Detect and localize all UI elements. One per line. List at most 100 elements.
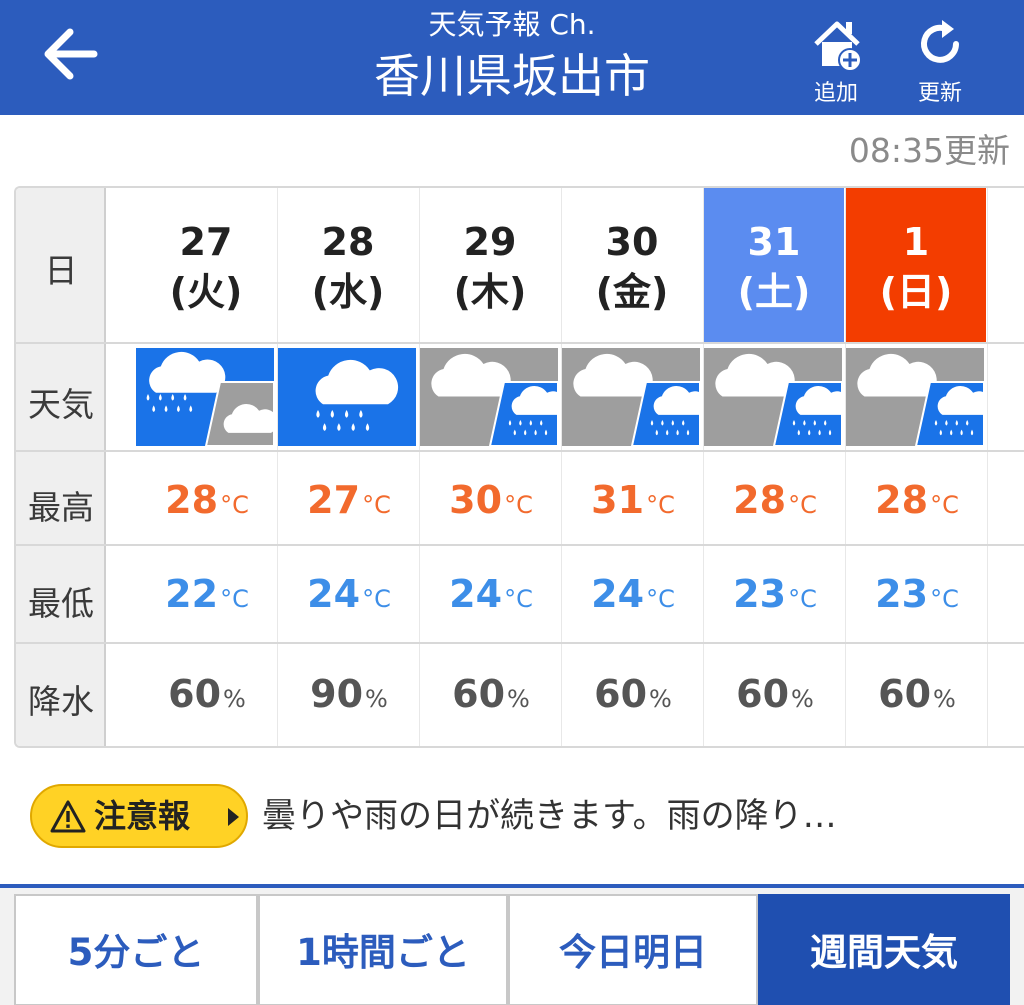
row-divider [16, 642, 1024, 644]
temp-unit: °C [504, 491, 533, 519]
day-column[interactable]: 1 (日) 28°C 23°C 60% [846, 188, 992, 746]
scroll-fade [108, 188, 134, 746]
precip-value: 60 [168, 672, 222, 716]
row-label-low: 最低 [28, 584, 94, 623]
home-add-icon [814, 21, 862, 72]
high-temp-value: 27 [307, 478, 361, 522]
day-header: 28 (水) [278, 188, 418, 342]
weather-icon [136, 348, 278, 447]
day-weekday: (火) [169, 270, 243, 314]
precip-value: 60 [736, 672, 790, 716]
row-divider [16, 544, 1024, 546]
day-weekday: (木) [453, 270, 527, 314]
day-date: 30 [605, 220, 659, 264]
precip-value: 60 [452, 672, 506, 716]
high-temp-value: 31 [591, 478, 645, 522]
precip-probability: 60% [704, 672, 846, 716]
updated-time: 08:35更新 [848, 131, 1010, 170]
tab-today-tomorrow[interactable]: 今日明日 [508, 894, 758, 1005]
percent-unit: % [933, 685, 956, 713]
precip-probability: 60% [846, 672, 988, 716]
row-divider [16, 450, 1024, 452]
day-column[interactable]: 27 (火) 28°C 22°C 60% [136, 188, 278, 746]
tab-label: 1時間ごと [296, 931, 470, 974]
warning-badge-label: 注意報 [94, 797, 191, 835]
row-label-high: 最高 [28, 488, 94, 527]
day-header: 27 (火) [136, 188, 276, 342]
day-date: 1 [902, 220, 930, 264]
bottom-tab-bar: 5分ごと 1時間ごと 今日明日 週間天気 [0, 884, 1024, 1005]
low-temp: 23°C [704, 572, 846, 616]
tab-label: 週間天気 [810, 931, 958, 974]
tab-label: 5分ごと [67, 931, 205, 974]
day-column[interactable]: 30 (金) 31°C 24°C 60% [562, 188, 708, 746]
temp-unit: °C [362, 491, 391, 519]
low-temp-value: 24 [591, 572, 645, 616]
temp-unit: °C [362, 585, 391, 613]
warning-icon [50, 800, 86, 833]
temp-unit: °C [930, 585, 959, 613]
percent-unit: % [365, 685, 388, 713]
temp-unit: °C [220, 585, 249, 613]
add-label: 追加 [813, 81, 858, 106]
weekly-forecast-table[interactable]: 27 (火) 28°C 22°C 60% 28 (水) 27°C 24°C 90… [14, 186, 1024, 748]
high-temp: 30°C [420, 478, 562, 522]
day-column[interactable]: 28 (水) 27°C 24°C 90% [278, 188, 420, 746]
low-temp: 23°C [846, 572, 988, 616]
low-temp: 24°C [562, 572, 704, 616]
day-weekday: (金) [595, 270, 669, 314]
refresh-label: 更新 [917, 81, 962, 106]
day-header: 31 (土) [704, 188, 844, 342]
day-weekday: (水) [311, 270, 385, 314]
day-header: 30 (金) [562, 188, 702, 342]
percent-unit: % [791, 685, 814, 713]
high-temp-value: 28 [733, 478, 787, 522]
day-weekday: (土) [737, 270, 811, 314]
precip-value: 60 [878, 672, 932, 716]
precip-value: 60 [594, 672, 648, 716]
refresh-icon [921, 20, 959, 63]
cloudy-then-rain-icon [704, 348, 850, 447]
percent-unit: % [649, 685, 672, 713]
tab-5min[interactable]: 5分ごと [14, 894, 258, 1005]
high-temp: 28°C [846, 478, 988, 522]
high-temp: 31°C [562, 478, 704, 522]
app-header: 天気予報 Ch. 香川県坂出市 追加 更新 [0, 0, 1024, 115]
day-header: 29 (木) [420, 188, 560, 342]
percent-unit: % [507, 685, 530, 713]
refresh-button[interactable]: 更新 [902, 14, 978, 106]
tab-hourly[interactable]: 1時間ごと [258, 894, 508, 1005]
day-header: 1 (日) [846, 188, 986, 342]
warning-text[interactable]: 曇りや雨の日が続きます。雨の降り… [262, 794, 837, 838]
low-temp-value: 23 [733, 572, 787, 616]
add-location-button[interactable]: 追加 [798, 14, 874, 106]
temp-unit: °C [930, 491, 959, 519]
day-date: 28 [321, 220, 375, 264]
temp-unit: °C [646, 585, 675, 613]
warning-badge[interactable]: 注意報 [30, 784, 248, 848]
temp-unit: °C [646, 491, 675, 519]
precip-probability: 90% [278, 672, 420, 716]
day-date: 31 [747, 220, 801, 264]
precip-value: 90 [310, 672, 364, 716]
day-column[interactable]: 29 (木) 30°C 24°C 60% [420, 188, 566, 746]
rain-then-cloudy-icon [136, 348, 278, 447]
rain-icon [278, 348, 416, 446]
temp-unit: °C [220, 491, 249, 519]
row-label-weather: 天気 [28, 385, 94, 424]
day-date: 29 [463, 220, 517, 264]
low-temp-value: 24 [307, 572, 361, 616]
low-temp: 24°C [420, 572, 562, 616]
high-temp: 28°C [136, 478, 278, 522]
day-column[interactable]: 31 (土) 28°C 23°C 60% [704, 188, 850, 746]
high-temp-value: 28 [165, 478, 219, 522]
column-divider [987, 188, 988, 746]
precip-probability: 60% [562, 672, 704, 716]
high-temp: 28°C [704, 478, 846, 522]
low-temp: 22°C [136, 572, 278, 616]
low-temp-value: 23 [875, 572, 929, 616]
high-temp-value: 28 [875, 478, 929, 522]
temp-unit: °C [788, 585, 817, 613]
tab-weekly[interactable]: 週間天気 [758, 894, 1010, 1005]
cloudy-then-rain-icon [420, 348, 566, 447]
